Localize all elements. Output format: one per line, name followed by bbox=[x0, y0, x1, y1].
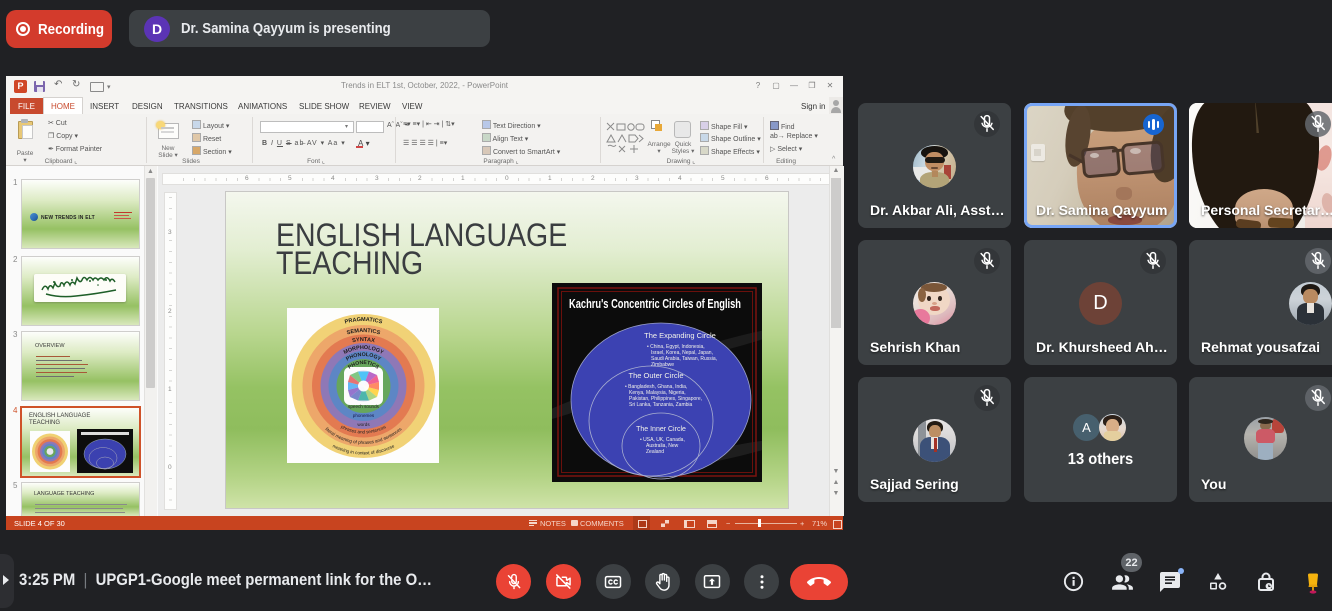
svg-text:Zealand: Zealand bbox=[646, 449, 664, 455]
svg-text:The Outer Circle: The Outer Circle bbox=[628, 371, 683, 380]
svg-text:Sri Lanka, Tanzania, Zambia: Sri Lanka, Tanzania, Zambia bbox=[629, 402, 692, 408]
svg-text:speech sounds: speech sounds bbox=[348, 404, 380, 409]
svg-text:The Inner Circle: The Inner Circle bbox=[636, 426, 686, 433]
svg-text:Kachru's Concentric Circles of: Kachru's Concentric Circles of English bbox=[569, 296, 741, 311]
svg-text:phonemes: phonemes bbox=[353, 413, 375, 418]
svg-text:Zimbabwe: Zimbabwe bbox=[651, 362, 674, 368]
svg-text:words: words bbox=[357, 422, 370, 427]
svg-text:The Expanding Circle: The Expanding Circle bbox=[644, 331, 716, 340]
